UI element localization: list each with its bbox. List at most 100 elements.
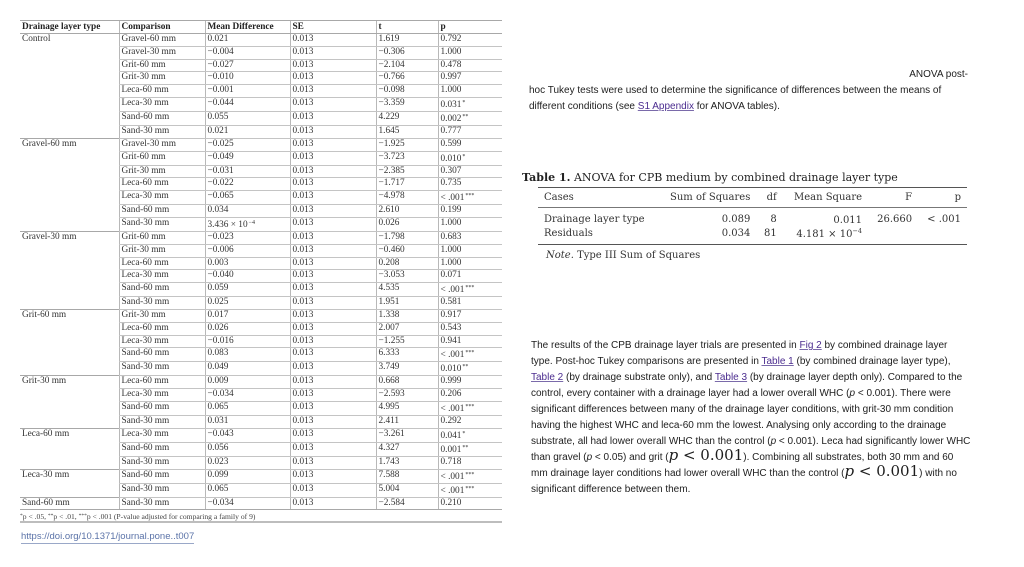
cell-comparison: Sand-30 mm: [118, 483, 205, 498]
fig2-link[interactable]: Fig 2: [799, 340, 821, 351]
cell-t: −1.925: [375, 137, 438, 152]
table-label: Table 1.: [522, 171, 571, 184]
table-row: Sand-30 mm 0.031 0.013 2.411 0.292: [20, 415, 502, 429]
mean-square-value: 0.011: [833, 215, 863, 227]
p-value: 0.735: [440, 178, 462, 189]
cell-p: 1.000: [437, 84, 502, 98]
mean-difference-value: −0.027: [207, 59, 234, 70]
cell-t: −1.717: [375, 177, 438, 192]
cell-drainage-type: [20, 85, 119, 98]
cell-sum-of-squares: 0.034: [721, 227, 751, 239]
cell-p: 0.071: [437, 269, 502, 284]
cell-comparison: Sand-60 mm: [118, 468, 205, 484]
cell-p: 1.000: [437, 257, 502, 271]
cell-t: 3.749: [375, 361, 438, 377]
cell-p: 0.002**: [437, 111, 502, 126]
mean-difference-value: −0.040: [207, 270, 234, 281]
table2-link[interactable]: Table 2: [531, 372, 563, 383]
table-row: Leca-30 mm −0.040 0.013 −3.053 0.071: [20, 269, 502, 284]
p-value: 0.543: [440, 322, 462, 333]
cell-se: 0.013: [289, 322, 376, 336]
cell-drainage-type: [20, 111, 119, 125]
table-row: Grit-60 mm −0.027 0.013 −2.104 0.478: [20, 59, 502, 73]
cell-p: 0.941: [437, 335, 502, 349]
p-value: 0.999: [440, 376, 462, 387]
mean-difference-value: 0.065: [207, 401, 229, 412]
table3-link[interactable]: Table 3: [715, 372, 747, 383]
cell-t: 0.026: [375, 217, 438, 232]
cell-t: −0.766: [375, 71, 438, 86]
cell-t: −1.255: [375, 335, 438, 349]
doi-link[interactable]: https://doi.org/10.1371/journal.pone..t0…: [21, 531, 195, 544]
cell-f: [868, 227, 918, 245]
table-row: Leca-30 mm Sand-60 mm 0.099 0.013 7.588 < .00…: [20, 468, 502, 484]
cell-comparison: Leca-30 mm: [118, 269, 205, 284]
math-expression: p < 0.001: [669, 446, 744, 464]
cell-mean-difference: 0.003: [204, 257, 290, 271]
cell-mean-difference: 0.049: [204, 361, 290, 377]
cell-mean-difference: 0.009: [204, 375, 290, 390]
cell-comparison: Leca-30 mm: [118, 335, 205, 349]
cell-drainage-type: [20, 456, 119, 469]
mean-square-value: 4.181 × 10: [796, 228, 853, 240]
table-header-row: Cases Sum of Squares df Mean Square F p: [538, 187, 967, 208]
mean-difference-value: 0.021: [207, 34, 229, 44]
cell-mean-difference: −0.034: [204, 388, 290, 402]
column-header: p: [954, 192, 961, 203]
mean-difference-value: 0.083: [207, 348, 229, 359]
cell-drainage-type: [20, 415, 119, 428]
mean-difference-value: 0.056: [207, 442, 229, 453]
cell-t: 0.208: [375, 257, 438, 271]
cell-mean-difference: 0.099: [204, 468, 290, 484]
cell-mean-difference: 3.436 × 10−4: [204, 217, 290, 232]
cell-drainage-type: [20, 217, 119, 231]
cell-t: 1.338: [375, 308, 438, 323]
cell-mean-difference: 0.021: [204, 33, 290, 47]
cell-mean-difference: −0.031: [204, 165, 290, 179]
cell-t: 0.668: [375, 375, 438, 390]
table-row: Leca-60 mm 0.003 0.013 0.208 1.000: [20, 257, 502, 271]
cell-mean-difference: 0.017: [204, 308, 290, 323]
tukey-table-body: Control Gravel-60 mm 0.021 0.013 1.619 0.792 G…: [20, 33, 502, 511]
cell-mean-difference: −0.040: [204, 269, 290, 284]
p-value: 0.581: [440, 297, 462, 308]
cell-t: 1.743: [375, 456, 438, 470]
significance-marker: ***: [465, 471, 475, 478]
s1-appendix-link[interactable]: S1 Appendix: [638, 101, 694, 112]
cell-t: 4.229: [375, 111, 438, 126]
cell-se: 0.013: [289, 59, 376, 73]
cell-mean-difference: −0.006: [204, 244, 290, 258]
cell-t: −2.104: [375, 59, 438, 73]
cell-se: 0.013: [289, 456, 376, 470]
table1-link[interactable]: Table 1: [762, 356, 794, 367]
p-value: 0.199: [440, 205, 462, 216]
mean-difference-value: 0.017: [207, 309, 229, 320]
tukey-posthoc-table: Drainage layer type Comparison Mean Diff…: [20, 20, 502, 511]
cell-p: 0.997: [437, 71, 502, 86]
cell-p: 1.000: [437, 217, 502, 232]
cell-mean-difference: 0.025: [204, 296, 290, 310]
cell-mean-difference: 0.083: [204, 347, 290, 363]
cell-comparison: Sand-60 mm: [118, 347, 205, 363]
significance-marker: **: [462, 444, 469, 451]
mean-difference-value: −0.031: [207, 165, 234, 176]
cell-se: 0.013: [289, 347, 376, 363]
cell-se: 0.013: [289, 415, 376, 429]
table-row: Leca-60 mm −0.001 0.013 −0.098 1.000: [20, 84, 502, 98]
cell-drainage-type: [20, 348, 119, 362]
divider: [20, 521, 502, 523]
cell-drainage-type: [20, 97, 119, 111]
cell-mean-difference: −0.010: [204, 71, 290, 86]
cell-p: 0.792: [437, 33, 502, 47]
cell-drainage-type: [20, 72, 119, 85]
table-row: Leca-60 mm 0.026 0.013 2.007 0.543: [20, 322, 502, 336]
table-row: Sand-60 mm 0.055 0.013 4.229 0.002**: [20, 111, 502, 126]
cell-t: −3.261: [375, 427, 438, 443]
cell-drainage-type: Leca-30 mm: [20, 468, 119, 484]
p-value: 0.599: [440, 138, 462, 149]
cell-se: 0.013: [289, 282, 376, 298]
cell-t: −2.584: [375, 496, 438, 511]
mean-difference-value: −0.001: [207, 85, 234, 96]
cell-mean-difference: 0.034: [204, 204, 290, 218]
cell-t: 5.004: [375, 483, 438, 498]
